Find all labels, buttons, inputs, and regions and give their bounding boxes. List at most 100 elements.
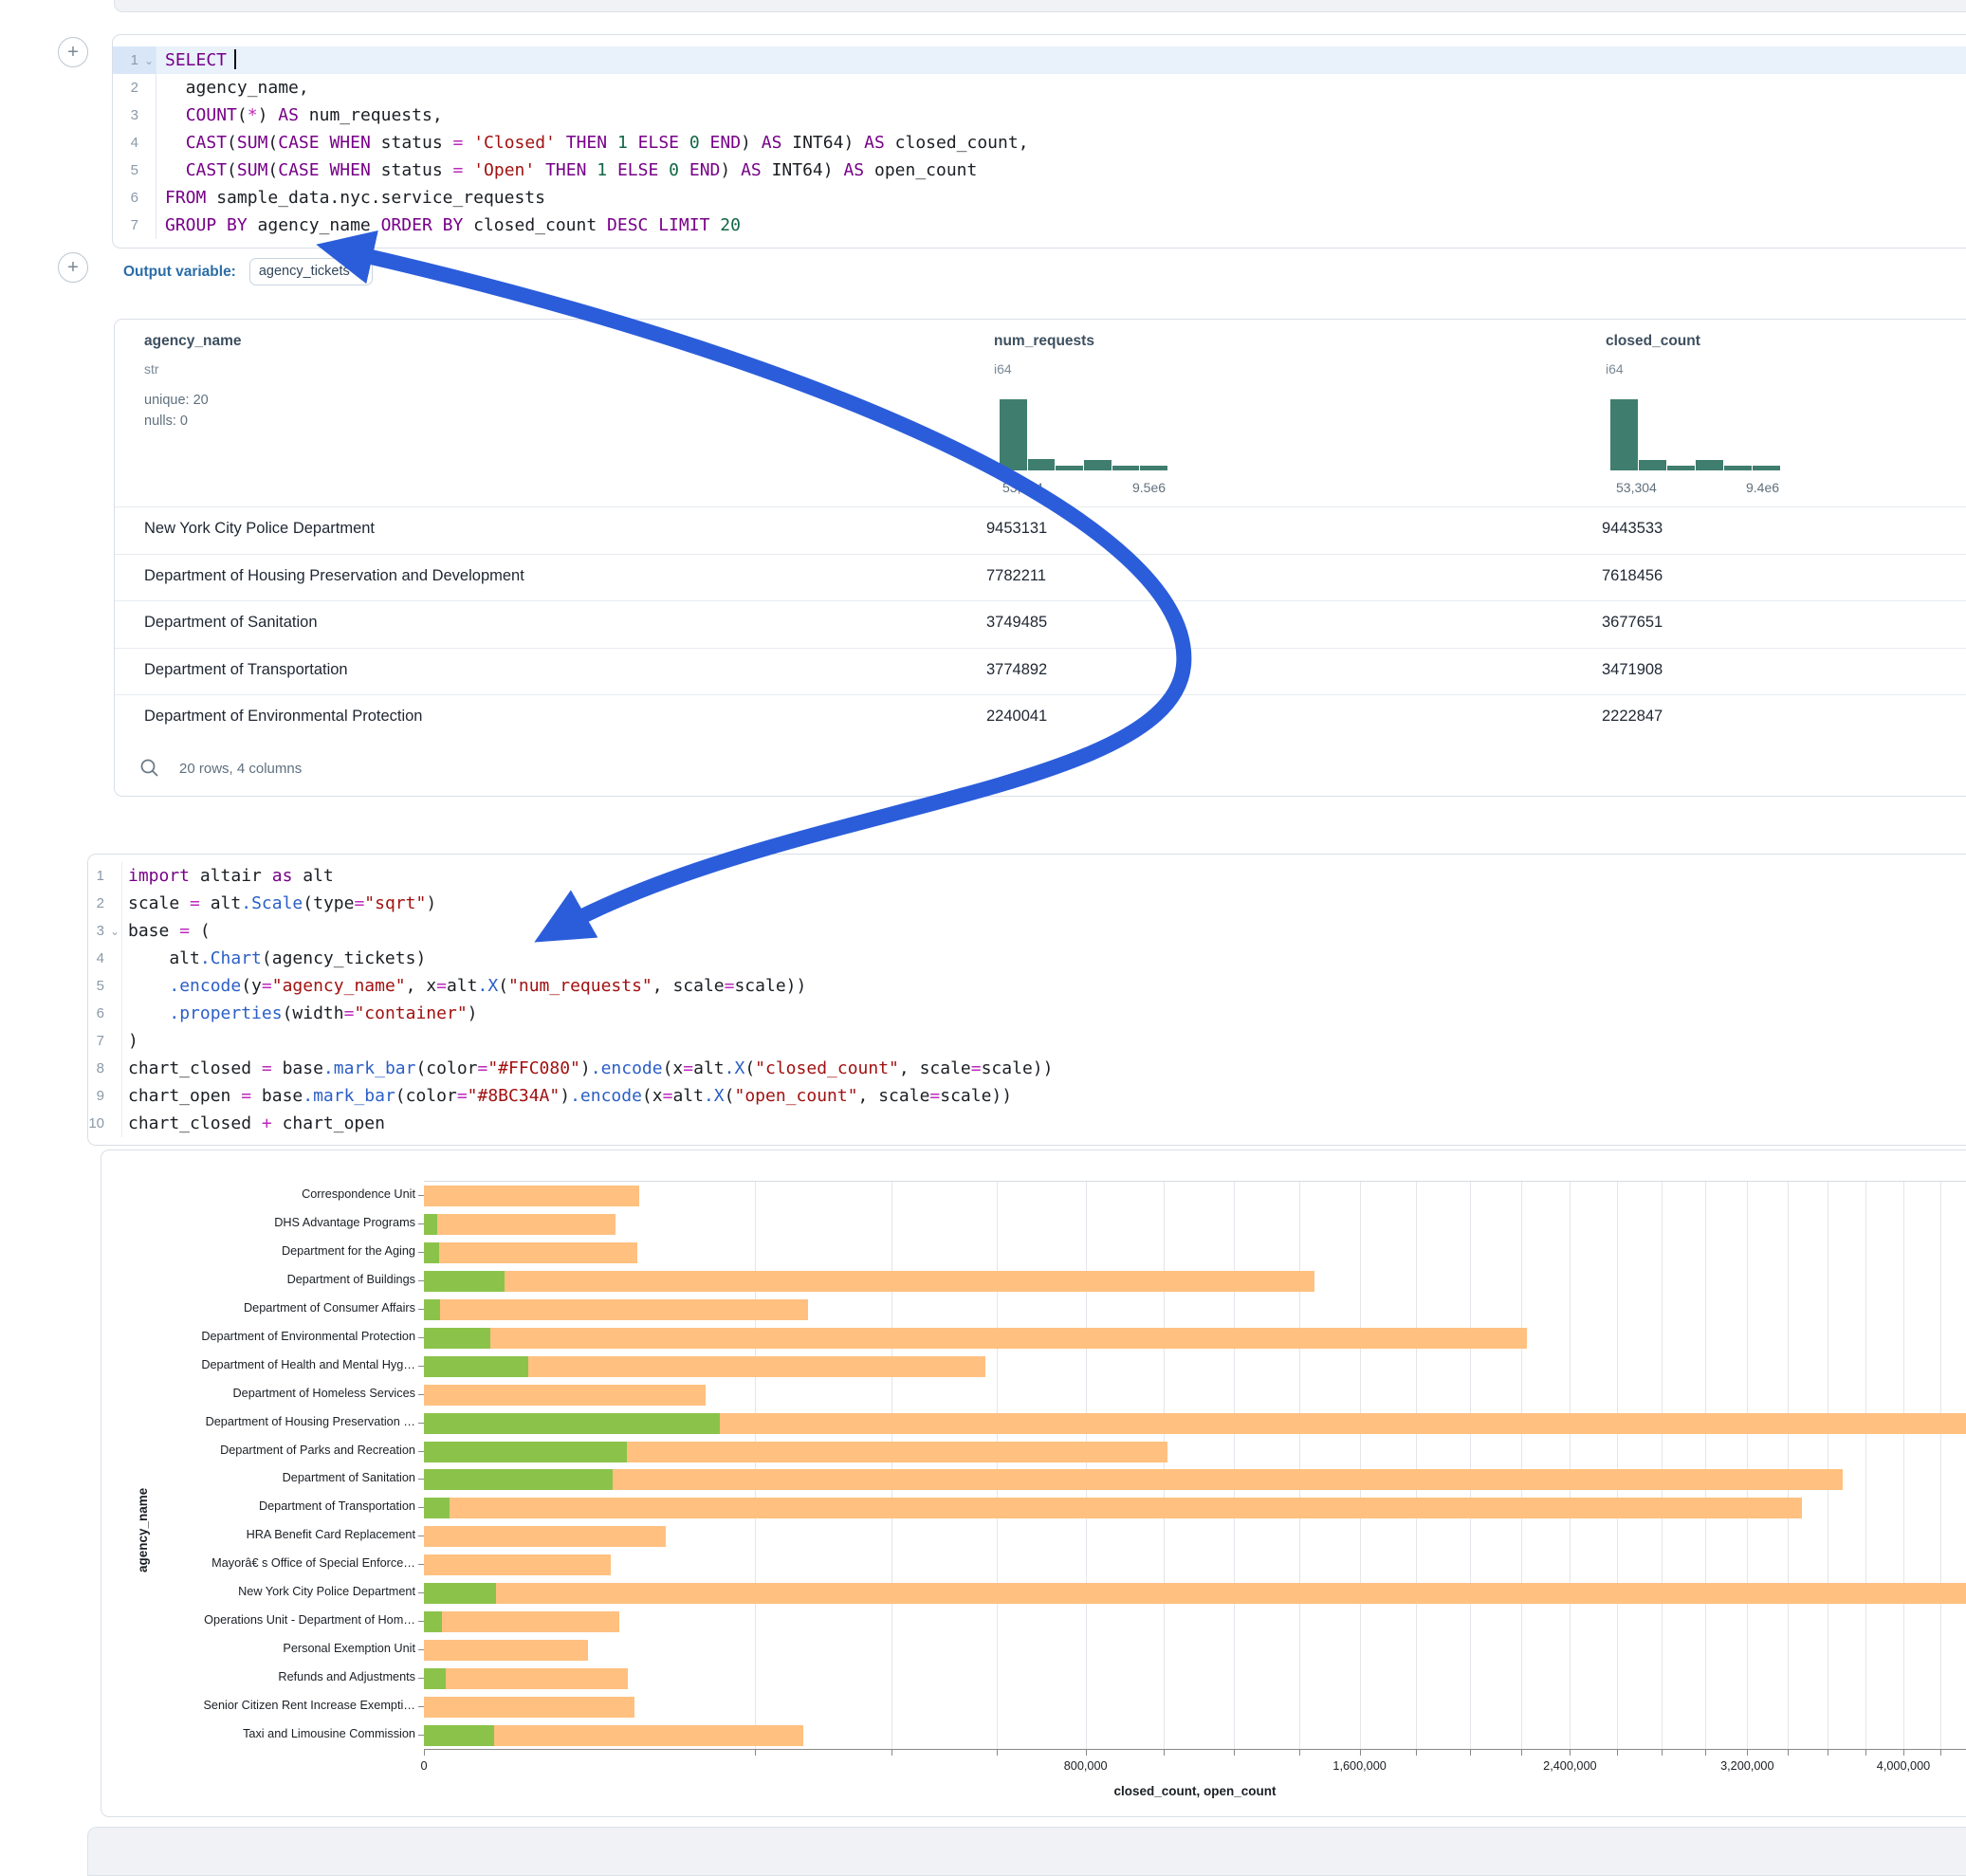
histogram-bar: [1140, 466, 1167, 470]
chart-gridline: [1788, 1182, 1789, 1750]
y-axis-tick: [418, 1564, 424, 1565]
python-code-editor[interactable]: import altair as altscale = alt.Scale(ty…: [122, 862, 1966, 1137]
column-type-num-requests: i64: [994, 361, 1012, 377]
add-cell-button-middle[interactable]: +: [58, 252, 88, 283]
histogram-bar: [1028, 459, 1056, 470]
sql-code-editor[interactable]: SELECT agency_name, COUNT(*) AS num_requ…: [156, 46, 1966, 239]
chart-bar-open: [424, 1413, 720, 1434]
python-line-number: 5: [88, 972, 121, 1000]
y-axis-label: HRA Benefit Card Replacement: [101, 1528, 415, 1541]
chart-gridline: [1164, 1182, 1165, 1750]
chart-output-card: agency_name closed_count, open_count 080…: [101, 1150, 1966, 1817]
x-axis-tick: [1470, 1750, 1471, 1756]
histogram-bar: [1753, 466, 1780, 470]
collapse-caret-icon[interactable]: ⌄: [110, 918, 119, 946]
x-axis-tick: [891, 1750, 892, 1756]
python-cell-card[interactable]: 123⌄45678910 import altair as altscale =…: [87, 854, 1966, 1146]
collapse-caret-icon[interactable]: ⌄: [144, 47, 154, 75]
x-axis-tick: [1360, 1750, 1361, 1756]
x-axis-label: 1,600,000: [1332, 1759, 1386, 1773]
python-code-line: base = (: [128, 917, 1966, 945]
chart-x-axis-line: [424, 1749, 1966, 1750]
add-cell-button-top[interactable]: +: [58, 37, 88, 67]
previous-card-fragment: [114, 0, 1966, 12]
y-axis-tick: [418, 1678, 424, 1679]
sql-line-number: 1⌄: [113, 46, 156, 74]
y-axis-label: Mayorâ€ s Office of Special Enforce…: [101, 1556, 415, 1570]
chart-bar-open: [424, 1356, 528, 1377]
python-code-line: .encode(y="agency_name", x=alt.X("num_re…: [128, 972, 1966, 1000]
python-line-number: 2: [88, 890, 121, 917]
altair-chart: agency_name closed_count, open_count 080…: [101, 1150, 1966, 1816]
chart-bar-open: [424, 1668, 446, 1689]
y-axis-tick: [418, 1195, 424, 1196]
y-axis-tick: [418, 1394, 424, 1395]
y-axis-label: Refunds and Adjustments: [101, 1670, 415, 1683]
chart-bar-open: [424, 1469, 613, 1490]
python-line-number: 1: [88, 862, 121, 890]
x-axis-tick: [1747, 1750, 1748, 1756]
y-axis-label: Department of Environmental Protection: [101, 1330, 415, 1343]
table-row: New York City Police Department945313194…: [115, 506, 1966, 554]
cell-agency-name: Department of Environmental Protection: [144, 708, 422, 726]
chart-gridline: [1865, 1182, 1866, 1750]
y-axis-label: Department of Health and Mental Hyg…: [101, 1358, 415, 1371]
cell-agency-name: Department of Housing Preservation and D…: [144, 567, 524, 585]
chart-x-axis-title: closed_count, open_count: [1113, 1784, 1276, 1798]
y-axis-tick: [418, 1309, 424, 1310]
y-axis-label: Department of Sanitation: [101, 1471, 415, 1484]
python-code-line: alt.Chart(agency_tickets): [128, 945, 1966, 972]
chart-gridline: [1234, 1182, 1235, 1750]
chart-gridline: [1521, 1182, 1522, 1750]
chart-bar-closed: [424, 1611, 619, 1632]
y-axis-label: Operations Unit - Department of Hom…: [101, 1613, 415, 1627]
chart-gridline: [1940, 1182, 1941, 1750]
y-axis-tick: [418, 1479, 424, 1480]
x-axis-tick: [1662, 1750, 1663, 1756]
column-header-agency-name[interactable]: agency_name: [144, 333, 242, 350]
y-axis-label: Taxi and Limousine Commission: [101, 1727, 415, 1740]
y-axis-tick: [418, 1366, 424, 1367]
x-axis-tick: [1416, 1750, 1417, 1756]
sql-line-number: 3: [113, 101, 156, 129]
cell-num-requests: 2240041: [986, 708, 1047, 726]
sql-cell-card[interactable]: 1⌄234567 SELECT agency_name, COUNT(*) AS…: [112, 34, 1966, 248]
python-code-line: scale = alt.Scale(type="sqrt"): [128, 890, 1966, 917]
sql-code-line: agency_name,: [165, 74, 1966, 101]
sql-code-line: CAST(SUM(CASE WHEN status = 'Open' THEN …: [165, 156, 1966, 184]
cell-agency-name: Department of Transportation: [144, 661, 348, 679]
histogram-bar: [1696, 460, 1723, 470]
chart-bar-open: [424, 1271, 505, 1292]
chart-bar-open: [424, 1498, 450, 1518]
chart-bar-closed: [424, 1498, 1802, 1518]
notebook-page: { "colors": { "accent_blue": "#2b6da8", …: [0, 0, 1966, 1844]
histogram-bar: [1056, 466, 1083, 470]
sql-line-number: 7: [113, 212, 156, 239]
y-axis-label: Department of Parks and Recreation: [101, 1444, 415, 1457]
python-line-number: 7: [88, 1027, 121, 1055]
cell-agency-name: Department of Sanitation: [144, 614, 318, 632]
histogram-bar: [1084, 460, 1112, 470]
table-row: Department of Sanitation37494853677651: [115, 600, 1966, 648]
num-requests-hist-max: 9.5e6: [1132, 480, 1166, 495]
chart-bar-closed: [424, 1186, 639, 1206]
table-footer: 20 rows, 4 columns: [139, 758, 302, 779]
column-type-closed-count: i64: [1606, 361, 1624, 377]
chart-bar-closed: [424, 1697, 634, 1718]
column-type-agency-name: str: [144, 361, 159, 377]
cell-agency-name: New York City Police Department: [144, 520, 375, 538]
y-axis-tick: [418, 1706, 424, 1707]
search-icon[interactable]: [139, 758, 160, 779]
x-axis-tick: [1164, 1750, 1165, 1756]
column-header-num-requests[interactable]: num_requests: [994, 333, 1094, 350]
y-axis-label: Department for the Aging: [101, 1244, 415, 1258]
histogram-bar: [1667, 466, 1695, 470]
output-variable-pill[interactable]: agency_tickets: [249, 258, 373, 285]
y-axis-label: Personal Exemption Unit: [101, 1642, 415, 1655]
num-requests-hist-min: 53,304: [1002, 480, 1043, 495]
column-header-closed-count[interactable]: closed_count: [1606, 333, 1700, 350]
histogram-bar: [1610, 399, 1638, 470]
closed-count-hist-max: 9.4e6: [1746, 480, 1779, 495]
chart-bar-closed: [424, 1469, 1843, 1490]
python-line-number: 4: [88, 945, 121, 972]
